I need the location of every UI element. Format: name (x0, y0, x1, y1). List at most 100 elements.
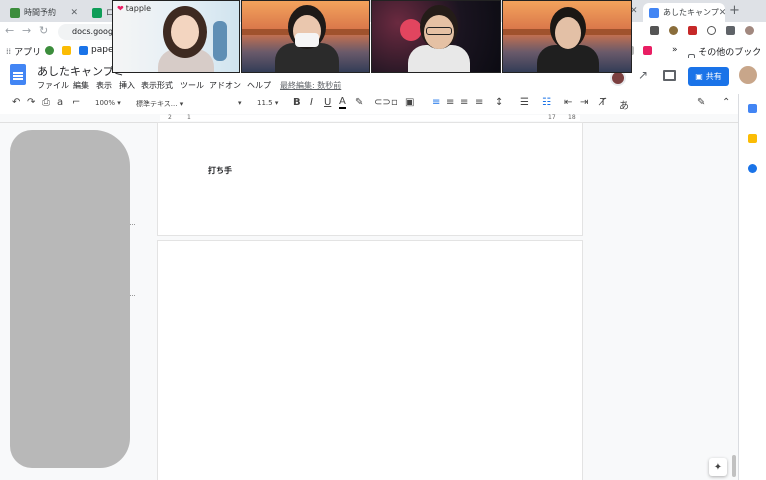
underline-button[interactable]: U (324, 97, 331, 108)
bulleted-list-icon[interactable]: ☷ (542, 97, 551, 108)
menu-insert[interactable]: 挿入 (119, 80, 135, 91)
paint-format-icon[interactable]: ⌐ (72, 97, 80, 108)
video-participant[interactable]: ❤ tapple (112, 0, 240, 73)
video-participant[interactable] (371, 0, 501, 73)
decrease-indent-icon[interactable]: ⇤ (564, 97, 572, 108)
input-tools-button[interactable]: あ (619, 97, 629, 112)
bookmark-icon[interactable] (643, 46, 652, 55)
info-icon[interactable] (707, 26, 716, 35)
scrollbar[interactable] (732, 455, 736, 477)
video-participant[interactable] (241, 0, 370, 73)
font-select[interactable]: ▾ (238, 99, 242, 107)
user-avatar[interactable] (739, 66, 757, 84)
face-mask (295, 33, 319, 47)
zoom-value: 100% (95, 99, 116, 107)
share-button[interactable]: ▣ 共有 (688, 67, 729, 86)
menu-help[interactable]: ヘルプ (247, 80, 271, 91)
zoom-select[interactable]: 100% ▾ (95, 99, 121, 107)
tab-favicon (649, 7, 659, 18)
browser-tab-sheet[interactable]: ロ (86, 3, 112, 22)
ruler-label: 17 (548, 114, 556, 121)
extension-icons: ⋮ (650, 26, 766, 36)
print-icon[interactable]: ⎙ (42, 97, 50, 108)
bold-button[interactable]: B (293, 97, 301, 108)
ruler-label: 1 (187, 114, 191, 121)
explore-button[interactable]: ✦ (709, 458, 727, 476)
image-icon[interactable]: ▣ (405, 97, 414, 108)
extension-icon[interactable] (669, 26, 678, 35)
neon-light (400, 19, 422, 41)
menu-view[interactable]: 表示 (96, 80, 112, 91)
redo-icon[interactable]: ↷ (27, 97, 35, 108)
tab-title: 時間予約 (24, 8, 56, 17)
bookmark-apps[interactable]: ⁞⁞ アプリ (6, 45, 41, 58)
font-size-select[interactable]: 11.5 ▾ (257, 99, 278, 107)
checklist-icon[interactable]: ☰ (520, 97, 529, 108)
highlight-icon[interactable]: ✎ (355, 97, 363, 108)
ruler-label: 2 (168, 114, 172, 121)
close-icon[interactable]: ✕ (719, 8, 725, 18)
edit-mode-icon[interactable]: ✎ (697, 97, 705, 108)
comment-icon[interactable] (663, 70, 676, 81)
clear-formatting-icon[interactable]: T̸ (600, 97, 606, 108)
chevron-up-icon[interactable]: ⌃ (722, 97, 730, 108)
calendar-icon[interactable] (748, 104, 757, 113)
menu-file[interactable]: ファイル (37, 80, 69, 91)
back-icon[interactable]: ← (5, 24, 14, 37)
justify-icon[interactable]: ≡ (475, 97, 483, 108)
tab-favicon (92, 7, 102, 18)
reload-icon[interactable]: ↻ (39, 24, 48, 37)
undo-icon[interactable]: ↶ (12, 97, 20, 108)
font-size-value: 11.5 (257, 99, 273, 107)
lock-icon: ▣ (695, 72, 703, 81)
align-left-icon[interactable]: ≡ (432, 97, 440, 108)
paper-icon (79, 45, 88, 55)
menu-edit[interactable]: 編集 (73, 80, 89, 91)
tab-title: あしたキャンプ (663, 8, 719, 17)
url-text: docs.goog (72, 27, 114, 36)
side-panel (738, 94, 766, 480)
extension-icon[interactable] (688, 26, 697, 35)
close-icon[interactable]: ✕ (70, 8, 78, 18)
bookmark-chevron[interactable]: » (672, 45, 678, 55)
menu-tools[interactable]: ツール (180, 80, 204, 91)
drive-icon[interactable] (62, 46, 71, 55)
tab-favicon (10, 7, 20, 18)
style-select[interactable]: 標準テキス... ▾ (136, 99, 183, 109)
profile-avatar[interactable] (745, 26, 754, 35)
tasks-icon[interactable] (748, 164, 757, 173)
comment-add-icon[interactable]: ▫ (391, 97, 398, 108)
bookmark-icon[interactable] (45, 46, 54, 55)
line-spacing-icon[interactable]: ↕ (495, 97, 503, 108)
increase-indent-icon[interactable]: ⇥ (580, 97, 588, 108)
menu-format[interactable]: 表示形式 (141, 80, 173, 91)
align-center-icon[interactable]: ≡ (446, 97, 454, 108)
activity-trend-icon[interactable]: ↗ (638, 68, 648, 82)
tapple-logo: ❤ tapple (117, 4, 151, 13)
browser-tab-reservation[interactable]: 時間予約 ✕ (4, 3, 84, 22)
menu-addons[interactable]: アドオン (209, 80, 241, 91)
glasses (426, 27, 452, 35)
align-right-icon[interactable]: ≡ (460, 97, 468, 108)
video-participant[interactable] (502, 0, 632, 73)
spellcheck-icon[interactable]: a (57, 97, 63, 108)
document-page[interactable] (158, 241, 582, 480)
text-color-button[interactable]: A (339, 96, 346, 109)
browser-tab-docs[interactable]: あしたキャンプ ✕ (643, 3, 725, 22)
plus-icon[interactable]: + (729, 3, 740, 18)
style-value: 標準テキス... (136, 100, 178, 108)
participant-face (171, 15, 199, 49)
document-page[interactable] (158, 123, 582, 235)
italic-button[interactable]: I (310, 97, 313, 108)
body-text[interactable]: 打ち手 (208, 165, 232, 176)
pocket-icon[interactable] (650, 26, 659, 35)
ruler-page-area (160, 115, 580, 121)
forward-icon[interactable]: → (22, 24, 31, 37)
keep-icon[interactable] (748, 134, 757, 143)
last-edit-link[interactable]: 最終編集: 数秒前 (280, 80, 341, 91)
participant-face (555, 17, 581, 49)
puzzle-icon[interactable] (726, 26, 735, 35)
apps-grid-icon: ⁞⁞ (6, 47, 12, 56)
docs-logo-icon[interactable] (10, 64, 26, 85)
link-icon[interactable]: ⊂⊃ (374, 97, 391, 108)
